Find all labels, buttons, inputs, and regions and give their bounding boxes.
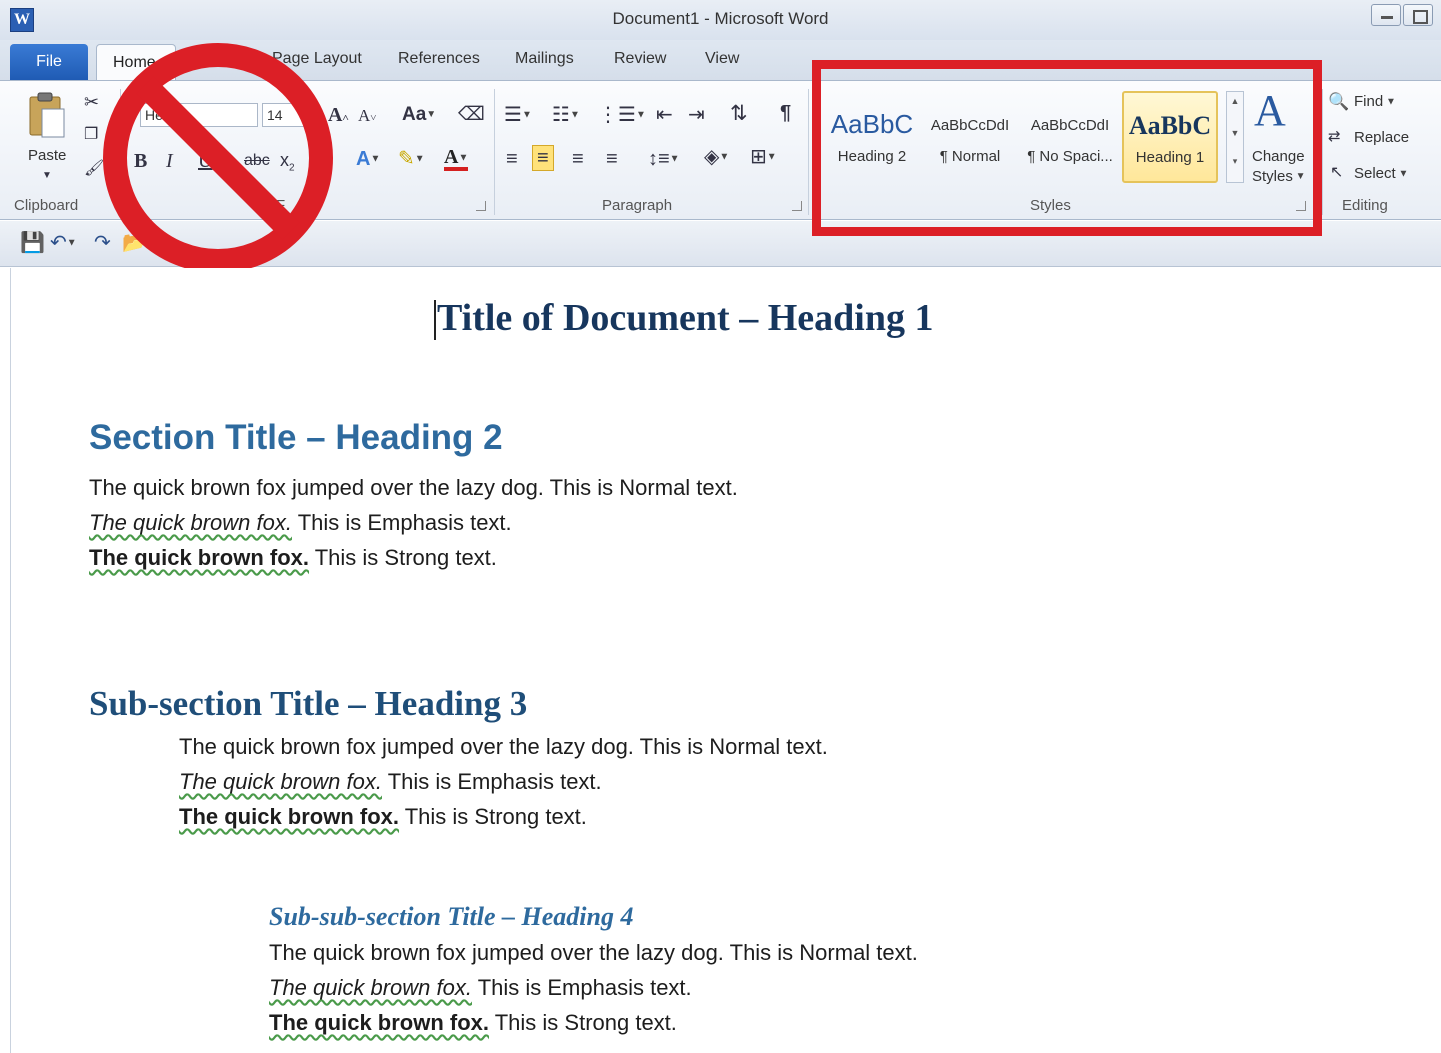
strong-paragraph[interactable]: The quick brown fox. This is Strong text… — [179, 804, 587, 830]
group-divider — [1322, 89, 1323, 215]
line-spacing-icon[interactable]: ↕≡▼ — [648, 149, 680, 169]
section-heading-2[interactable]: Section Title – Heading 2 — [89, 418, 503, 458]
multilevel-list-icon[interactable]: ⋮☰▼ — [598, 105, 646, 125]
emphasis-run: The quick brown fox. — [89, 510, 292, 535]
find-button[interactable]: Find ▼ — [1354, 93, 1396, 110]
normal-paragraph[interactable]: The quick brown fox jumped over the lazy… — [89, 475, 738, 501]
editing-group-label: Editing — [1342, 197, 1388, 214]
window-title: Document1 - Microsoft Word — [612, 9, 829, 28]
undo-icon[interactable]: ↶▼ — [50, 233, 77, 253]
paste-button[interactable]: Paste — [28, 147, 66, 164]
normal-paragraph[interactable]: The quick brown fox jumped over the lazy… — [179, 734, 828, 760]
styles-highlight-box — [812, 60, 1322, 236]
document-title-heading-1[interactable]: Title of Document – Heading 1 — [437, 296, 933, 340]
normal-paragraph[interactable]: The quick brown fox jumped over the lazy… — [269, 940, 918, 966]
clipboard-group-label: Clipboard — [14, 197, 79, 214]
paragraph-text: This is Emphasis text. — [471, 975, 692, 1000]
select-icon[interactable]: ↖ — [1330, 165, 1343, 181]
strong-paragraph[interactable]: The quick brown fox. This is Strong text… — [89, 545, 497, 571]
paragraph-text: This is Strong text. — [399, 804, 587, 829]
numbering-icon[interactable]: ☷▼ — [552, 105, 580, 125]
minimize-button[interactable] — [1371, 4, 1401, 26]
paragraph-text: This is Strong text. — [489, 1010, 677, 1035]
bullets-icon[interactable]: ☰▼ — [504, 105, 532, 125]
shrink-font-icon[interactable]: A˅ — [358, 107, 377, 124]
find-label: Find — [1354, 93, 1384, 110]
text-effects-icon[interactable]: A▼ — [356, 149, 380, 169]
paragraph-dialog-launcher-icon[interactable] — [792, 201, 802, 211]
paste-dropdown-icon[interactable]: ▼ — [42, 171, 52, 181]
emphasis-run: The quick brown fox. — [179, 769, 382, 794]
paragraph-text: This is Strong text. — [309, 545, 497, 570]
document-page[interactable]: Title of Document – Heading 1 Section Ti… — [10, 268, 1441, 1053]
change-case-icon[interactable]: Aa▼ — [402, 105, 436, 124]
justify-icon[interactable]: ≡ — [606, 149, 618, 169]
font-color-icon[interactable]: A▼ — [444, 147, 469, 171]
tab-view[interactable]: View — [705, 50, 739, 68]
strong-paragraph[interactable]: The quick brown fox. This is Strong text… — [269, 1010, 677, 1036]
increase-indent-icon[interactable]: ⇥ — [688, 105, 705, 125]
align-center-icon[interactable]: ≡ — [532, 145, 554, 171]
cut-icon[interactable]: ✂ — [84, 93, 99, 111]
group-divider — [808, 89, 809, 215]
paragraph-text: This is Emphasis text. — [291, 510, 512, 535]
font-dialog-launcher-icon[interactable] — [476, 201, 486, 211]
select-label: Select — [1354, 165, 1396, 182]
emphasis-paragraph[interactable]: The quick brown fox. This is Emphasis te… — [179, 769, 602, 795]
emphasis-run: The quick brown fox. — [269, 975, 472, 1000]
select-button[interactable]: Select ▼ — [1354, 165, 1408, 182]
sort-icon[interactable]: ⇅ — [730, 103, 748, 124]
emphasis-paragraph[interactable]: The quick brown fox. This is Emphasis te… — [269, 975, 692, 1001]
copy-icon[interactable]: ❐ — [84, 127, 98, 143]
window-controls — [1371, 4, 1433, 26]
paragraph-group-label: Paragraph — [602, 197, 673, 214]
borders-icon[interactable]: ⊞▼ — [750, 147, 777, 167]
prohibition-icon — [103, 43, 333, 273]
group-divider — [494, 89, 495, 215]
align-left-icon[interactable]: ≡ — [506, 149, 518, 169]
subsection-heading-3[interactable]: Sub-section Title – Heading 3 — [89, 684, 527, 724]
title-bar: W Document1 - Microsoft Word — [0, 0, 1441, 40]
subsubsection-heading-4[interactable]: Sub-sub-section Title – Heading 4 — [269, 902, 634, 932]
text-cursor — [434, 300, 436, 340]
paste-icon[interactable] — [28, 91, 66, 139]
tab-mailings[interactable]: Mailings — [515, 50, 574, 68]
replace-icon[interactable]: ⇄ — [1328, 129, 1341, 144]
decrease-indent-icon[interactable]: ⇤ — [656, 105, 673, 125]
paragraph-text: This is Emphasis text. — [381, 769, 602, 794]
replace-button[interactable]: Replace — [1354, 129, 1409, 146]
strong-run: The quick brown fox. — [89, 545, 310, 570]
highlight-color-icon[interactable]: ✎▼ — [398, 149, 425, 169]
emphasis-paragraph[interactable]: The quick brown fox. This is Emphasis te… — [89, 510, 512, 536]
clear-formatting-icon[interactable]: ⌫ — [458, 105, 485, 124]
strong-run: The quick brown fox. — [179, 804, 400, 829]
shading-icon[interactable]: ◈▼ — [704, 147, 729, 167]
tab-references[interactable]: References — [398, 50, 480, 68]
strong-run: The quick brown fox. — [269, 1010, 490, 1035]
tab-review[interactable]: Review — [614, 50, 666, 68]
align-right-icon[interactable]: ≡ — [572, 149, 584, 169]
find-icon[interactable]: 🔍 — [1328, 93, 1349, 110]
save-icon[interactable]: 💾 — [20, 233, 45, 253]
maximize-button[interactable] — [1403, 4, 1433, 26]
show-formatting-marks-icon[interactable]: ¶ — [780, 103, 791, 123]
tab-file[interactable]: File — [10, 44, 88, 80]
